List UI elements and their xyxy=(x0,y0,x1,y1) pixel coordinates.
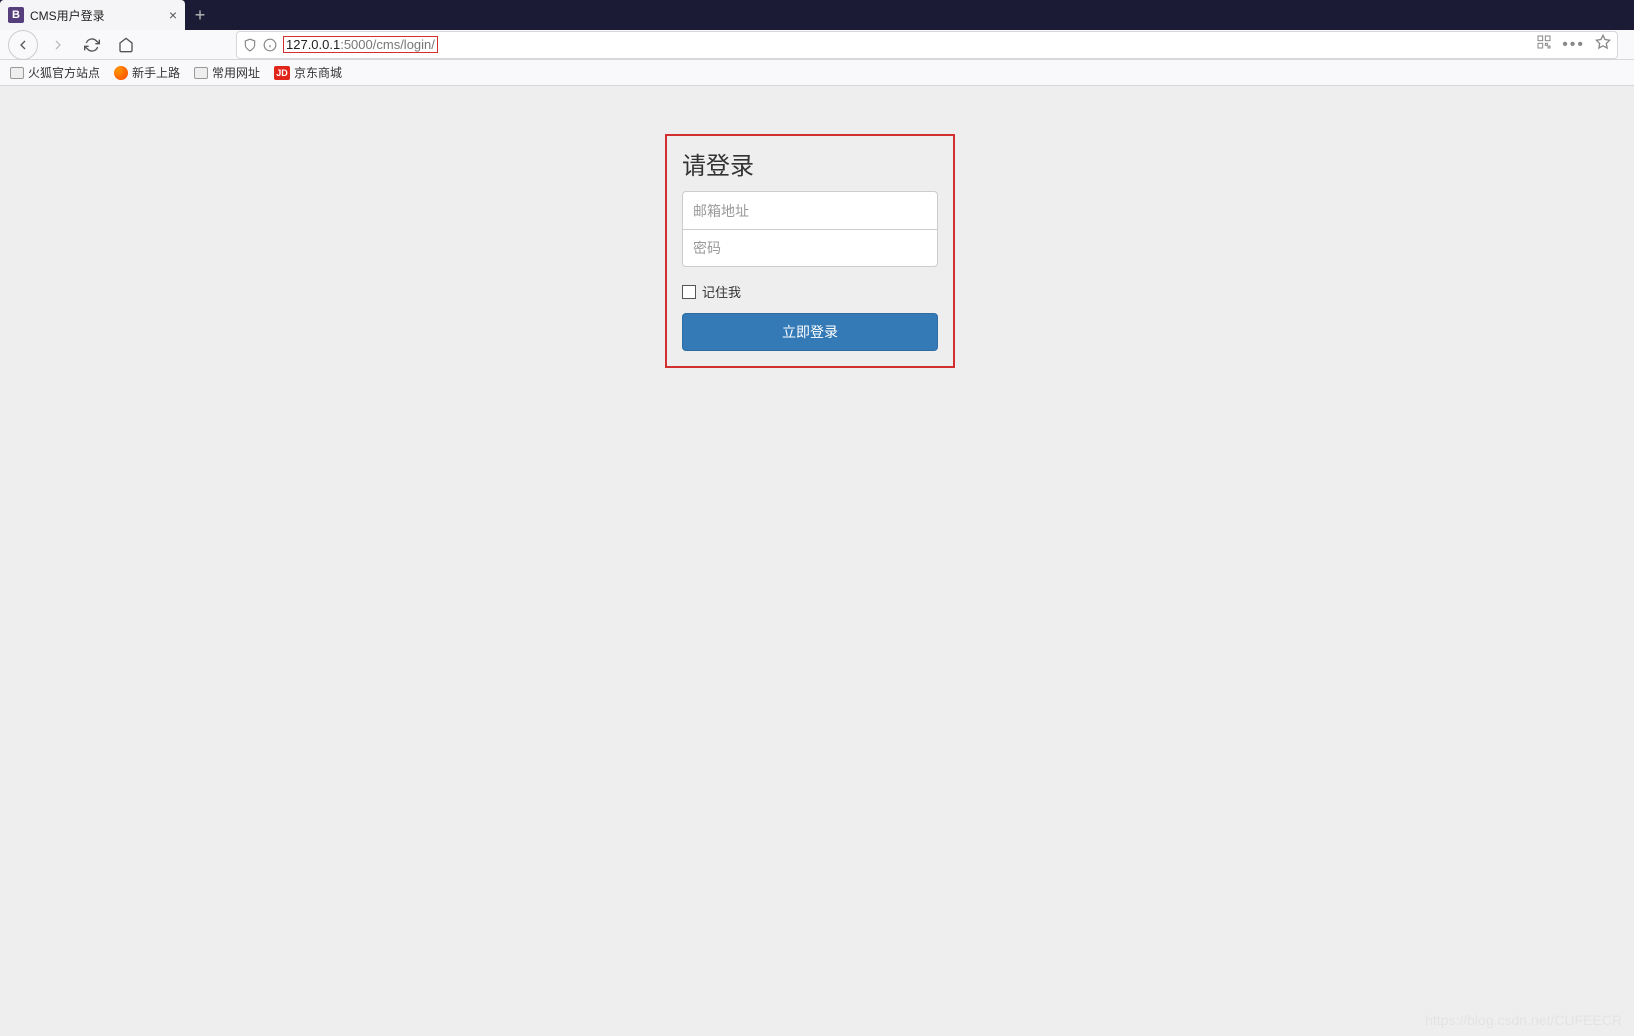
browser-tab[interactable]: B CMS用户登录 × xyxy=(0,0,185,30)
remember-checkbox[interactable] xyxy=(682,285,696,299)
browser-tab-bar: B CMS用户登录 × + xyxy=(0,0,1634,30)
folder-icon xyxy=(10,67,24,79)
back-button[interactable] xyxy=(8,30,38,60)
bookmark-label: 京东商城 xyxy=(294,64,342,81)
qr-icon[interactable] xyxy=(1536,34,1552,55)
tab-favicon-icon: B xyxy=(8,7,24,23)
login-title: 请登录 xyxy=(682,146,938,181)
bookmark-item[interactable]: JD 京东商城 xyxy=(274,64,342,81)
bookmark-label: 新手上路 xyxy=(132,64,180,81)
login-button[interactable]: 立即登录 xyxy=(682,313,938,351)
login-form: 请登录 记住我 立即登录 xyxy=(665,134,955,368)
bookmark-item[interactable]: 新手上路 xyxy=(114,64,180,81)
bookmarks-bar: 火狐官方站点 新手上路 常用网址 JD 京东商城 xyxy=(0,60,1634,86)
bookmark-label: 火狐官方站点 xyxy=(28,64,100,81)
home-button[interactable] xyxy=(112,32,140,58)
bookmark-star-icon[interactable] xyxy=(1595,34,1611,55)
jd-icon: JD xyxy=(274,66,290,80)
url-text: 127.0.0.1:5000/cms/login/ xyxy=(283,36,1530,53)
new-tab-button[interactable]: + xyxy=(185,0,215,30)
bookmark-item[interactable]: 火狐官方站点 xyxy=(10,64,100,81)
remember-label: 记住我 xyxy=(702,282,741,301)
email-field[interactable] xyxy=(682,191,938,229)
page-actions-icon[interactable]: ••• xyxy=(1562,36,1585,54)
password-field[interactable] xyxy=(682,229,938,267)
reload-button[interactable] xyxy=(78,32,106,58)
shield-icon xyxy=(243,38,257,52)
tab-title: CMS用户登录 xyxy=(30,7,163,24)
info-icon[interactable] xyxy=(263,38,277,52)
folder-icon xyxy=(194,67,208,79)
browser-nav-bar: 127.0.0.1:5000/cms/login/ ••• xyxy=(0,30,1634,60)
firefox-icon xyxy=(114,66,128,80)
watermark: https://blog.csdn.net/CUFEECR xyxy=(1425,1012,1622,1028)
bookmark-item[interactable]: 常用网址 xyxy=(194,64,260,81)
remember-me-row[interactable]: 记住我 xyxy=(682,282,938,301)
forward-button[interactable] xyxy=(44,32,72,58)
page-content: 请登录 记住我 立即登录 https://blog.csdn.net/CUFEE… xyxy=(0,86,1634,1036)
bookmark-label: 常用网址 xyxy=(212,64,260,81)
url-bar[interactable]: 127.0.0.1:5000/cms/login/ ••• xyxy=(236,31,1618,59)
close-tab-icon[interactable]: × xyxy=(169,7,177,23)
